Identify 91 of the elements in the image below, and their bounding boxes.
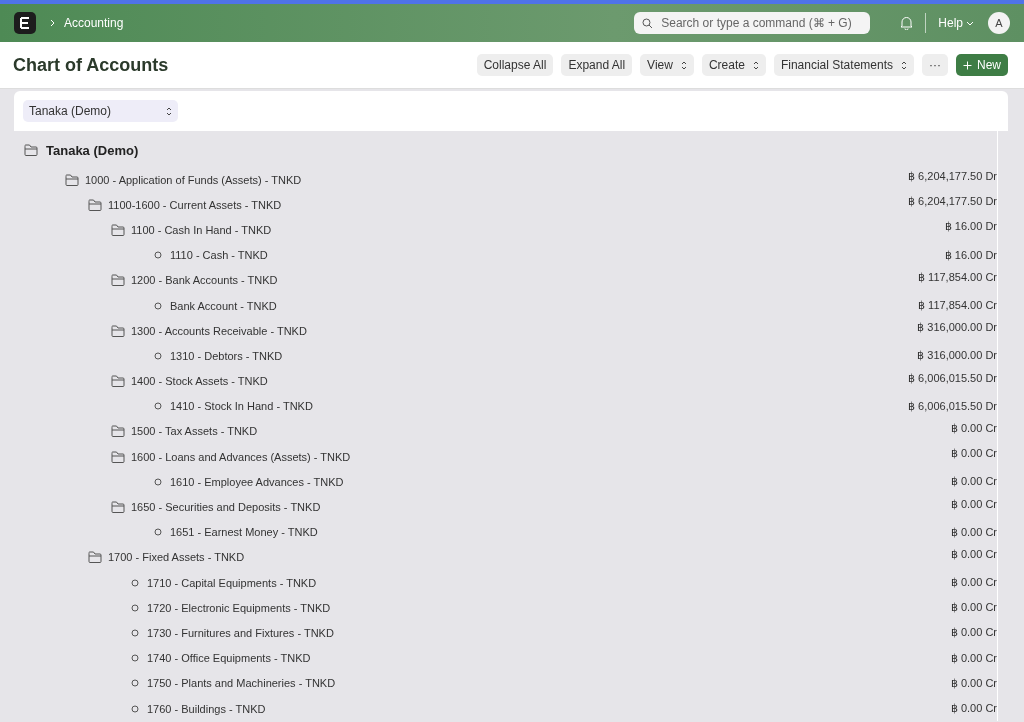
account-name[interactable]: 1200 - Bank Accounts - TNKD <box>131 274 278 287</box>
app-logo[interactable] <box>14 12 36 34</box>
account-name[interactable]: 1720 - Electronic Equipments - TNKD <box>147 601 331 614</box>
account-name[interactable]: 1750 - Plants and Machineries - TNKD <box>147 677 336 690</box>
account-balance: ฿ 0.00 Cr <box>950 525 997 539</box>
circle-icon <box>154 477 162 486</box>
action-button[interactable]: ··· <box>922 54 948 76</box>
search-field[interactable]: Search or type a command (⌘ + G) <box>634 12 871 34</box>
user-avatar[interactable]: A <box>988 12 1010 34</box>
account-balance: ฿ 0.00 Cr <box>950 601 997 615</box>
circle-icon <box>154 528 162 537</box>
account-name[interactable]: 1400 - Stock Assets - TNKD <box>131 375 268 388</box>
account-name[interactable]: 1740 - Office Equipments - TNKD <box>147 652 311 665</box>
circle-icon <box>154 351 162 360</box>
account-name[interactable]: 1300 - Accounts Receivable - TNKD <box>131 324 307 337</box>
account-name[interactable]: 1500 - Tax Assets - TNKD <box>131 425 258 438</box>
account-name[interactable]: 1730 - Furnitures and Fixtures - TNKD <box>147 626 334 639</box>
sort-caret-icon <box>680 60 687 70</box>
folder-icon <box>111 425 125 438</box>
circle-icon <box>131 654 139 663</box>
account-name[interactable]: 1600 - Loans and Advances (Assets) - TNKD <box>131 450 351 463</box>
account-balance: ฿ 0.00 Cr <box>950 547 997 561</box>
folder-icon <box>88 198 102 211</box>
account-name[interactable]: Bank Account - TNKD <box>170 299 277 312</box>
account-balance: ฿ 0.00 Cr <box>950 576 997 590</box>
account-balance: ฿ 0.00 Cr <box>950 702 997 716</box>
account-balance: ฿ 16.00 Dr <box>944 220 997 234</box>
folder-icon <box>111 324 125 337</box>
circle-icon <box>131 578 139 587</box>
account-balance: ฿ 0.00 Cr <box>950 651 997 665</box>
company-select[interactable]: Tanaka (Demo) <box>23 100 178 122</box>
notification-bell-icon[interactable] <box>900 16 914 30</box>
account-name[interactable]: 1000 - Application of Funds (Assets) - TNKD <box>85 173 302 186</box>
new-button[interactable]: New <box>956 54 1008 76</box>
folder-icon <box>24 144 38 156</box>
circle-icon <box>131 628 139 637</box>
account-name[interactable]: 1610 - Employee Advances - TNKD <box>170 475 344 488</box>
dropdown-button[interactable]: Create <box>701 54 766 76</box>
account-balance: ฿ 0.00 Cr <box>950 447 997 461</box>
chevron-right-icon <box>50 19 56 27</box>
account-name[interactable]: 1410 - Stock In Hand - TNKD <box>170 400 313 413</box>
folder-icon <box>111 375 125 388</box>
folder-icon <box>88 551 102 564</box>
circle-icon <box>131 679 139 688</box>
folder-icon <box>111 274 125 287</box>
folder-icon <box>111 450 125 463</box>
circle-icon <box>154 251 162 260</box>
plus-icon <box>963 60 972 70</box>
breadcrumb-link[interactable]: Accounting <box>64 16 124 30</box>
account-balance: ฿ 6,204,177.50 Dr <box>908 195 997 209</box>
action-button[interactable]: Collapse All <box>476 54 554 76</box>
account-name[interactable]: 1310 - Debtors - TNKD <box>170 349 283 362</box>
account-name[interactable]: 1700 - Fixed Assets - TNKD <box>108 551 245 564</box>
account-balance: ฿ 0.00 Cr <box>950 676 997 690</box>
circle-icon <box>131 603 139 612</box>
sort-caret-icon <box>166 106 172 116</box>
account-name[interactable]: 1110 - Cash - TNKD <box>170 249 268 262</box>
account-name[interactable]: 1651 - Earnest Money - TNKD <box>170 526 318 539</box>
dropdown-button[interactable]: Financial Statements <box>773 54 914 76</box>
action-button[interactable]: Expand All <box>561 54 633 76</box>
account-balance: ฿ 117,854.00 Cr <box>918 299 997 313</box>
company-root-name[interactable]: Tanaka (Demo) <box>46 142 139 158</box>
search-icon <box>642 17 654 29</box>
page-title: Chart of Accounts <box>13 54 170 76</box>
help-menu[interactable]: Help <box>938 16 974 30</box>
account-name[interactable]: 1760 - Buildings - TNKD <box>147 702 266 715</box>
account-name[interactable]: 1710 - Capital Equipments - TNKD <box>147 576 317 589</box>
account-balance: ฿ 0.00 Cr <box>950 475 997 489</box>
account-balance: ฿ 6,204,177.50 Dr <box>908 170 997 184</box>
sort-caret-icon <box>901 60 907 70</box>
account-name[interactable]: 1100-1600 - Current Assets - TNKD <box>108 198 282 211</box>
account-name[interactable]: 1100 - Cash In Hand - TNKD <box>131 223 272 236</box>
circle-icon <box>154 301 162 310</box>
circle-icon <box>154 402 162 411</box>
folder-icon <box>111 223 125 236</box>
sort-caret-icon <box>752 60 759 70</box>
folder-icon <box>65 173 79 186</box>
account-balance: ฿ 16.00 Dr <box>944 248 997 262</box>
account-balance: ฿ 0.00 Cr <box>950 421 997 435</box>
chevron-down-icon <box>966 20 974 26</box>
circle-icon <box>131 704 139 713</box>
account-balance: ฿ 117,854.00 Cr <box>918 270 997 284</box>
folder-icon <box>111 501 125 514</box>
account-name[interactable]: 1650 - Securities and Deposits - TNKD <box>131 501 321 514</box>
account-balance: ฿ 0.00 Cr <box>950 626 997 640</box>
account-balance: ฿ 316,000.00 Dr <box>917 321 997 335</box>
account-balance: ฿ 316,000.00 Dr <box>917 349 997 363</box>
account-balance: ฿ 0.00 Cr <box>950 497 997 511</box>
account-balance: ฿ 6,006,015.50 Dr <box>908 371 997 385</box>
account-balance: ฿ 6,006,015.50 Dr <box>908 399 997 413</box>
dropdown-button[interactable]: View <box>640 54 694 76</box>
